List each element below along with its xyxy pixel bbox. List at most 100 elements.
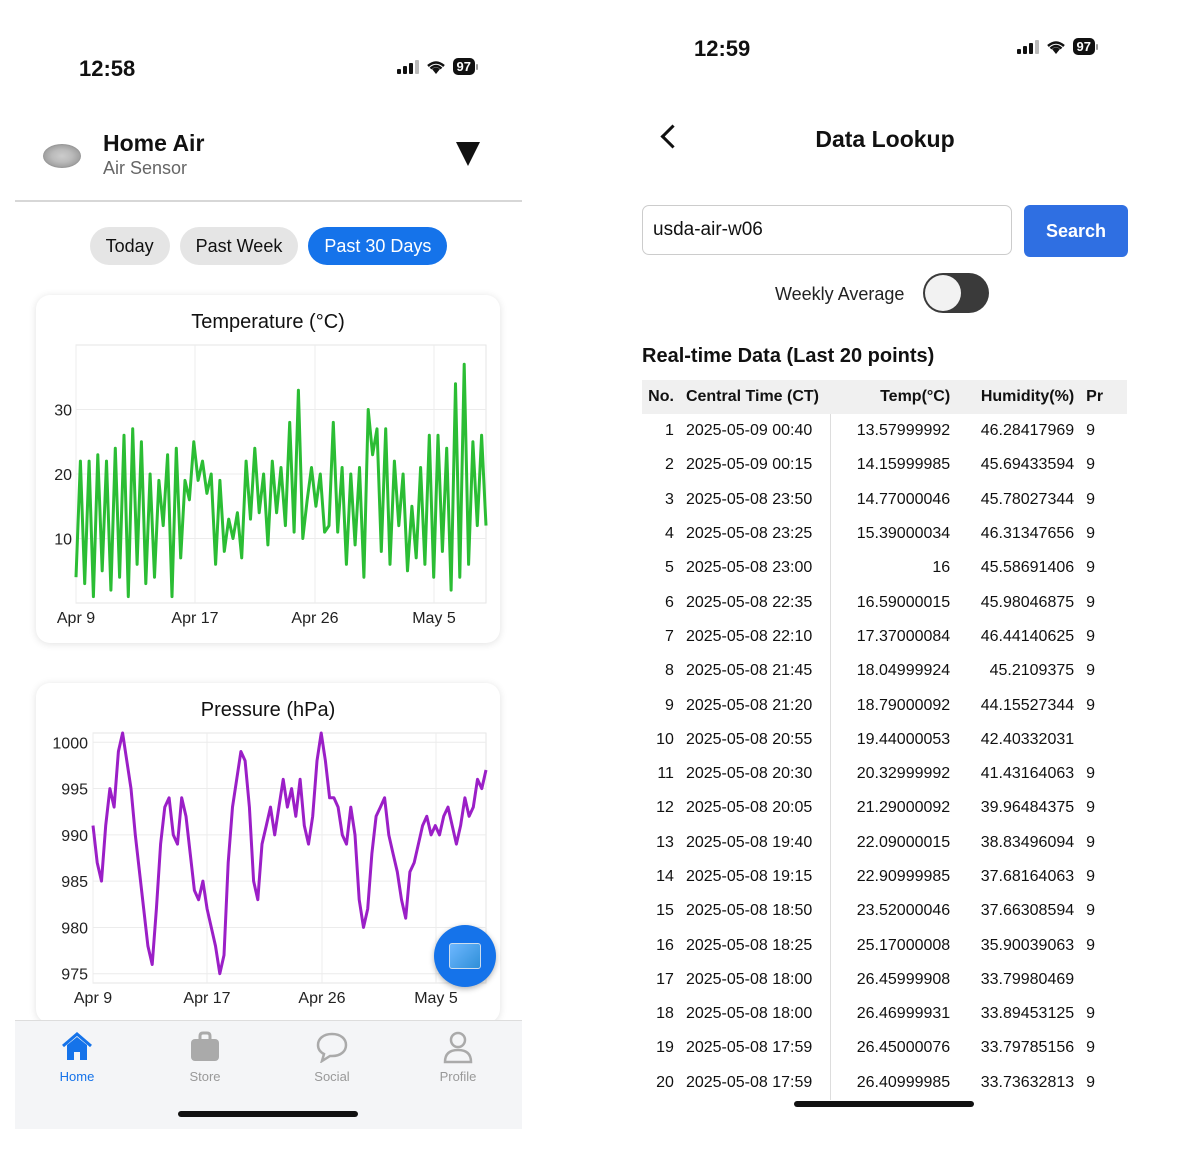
status-bar: 12:58 97 — [15, 0, 522, 100]
x-tick-label: Apr 17 — [183, 990, 230, 1007]
tab-social[interactable]: Social — [292, 1029, 372, 1084]
air-sensor-icon — [43, 144, 81, 168]
table-row: 18 2025-05-08 18:00 26.46999931 33.89453125… — [642, 997, 1127, 1032]
table-cell: 45.78027344 — [980, 490, 1075, 508]
table-cell: 9 — [1086, 559, 1096, 577]
table-cell: 16 — [932, 559, 951, 577]
table-cell: 26.46999931 — [856, 1005, 951, 1023]
table-cell: 12 — [656, 799, 674, 817]
table-cell: 9 — [1086, 593, 1096, 611]
data-lookup-screen: 12:59 97 Data Lookup Search Weekly Avera… — [630, 0, 1140, 1156]
table-cell: 5 — [665, 559, 674, 577]
table-row: 3 2025-05-08 23:50 14.77000046 45.78027344 9 — [642, 482, 1127, 517]
x-tick-label: Apr 17 — [171, 610, 218, 627]
weekly-average-toggle[interactable] — [923, 273, 989, 313]
table-cell: 2025-05-08 18:25 — [679, 928, 831, 963]
table-cell: 22.09000015 — [856, 833, 951, 851]
table-cell: 9 — [1086, 765, 1096, 783]
table-cell: 2025-05-08 17:59 — [679, 1065, 831, 1100]
table-cell: 22.90999985 — [856, 868, 951, 885]
table-cell: 16.59000015 — [856, 593, 951, 611]
table-cell: 9 — [1086, 456, 1096, 474]
bottom-tab-bar: Home Store Social Profile — [15, 1020, 522, 1129]
table-cell: 13 — [656, 833, 674, 851]
table-cell: 9 — [1086, 490, 1096, 508]
range-tab-past-week[interactable]: Past Week — [179, 227, 299, 265]
table-cell: 15 — [656, 902, 674, 920]
time-range-tabs: Today Past Week Past 30 Days — [15, 227, 522, 265]
battery-icon — [1096, 43, 1098, 50]
table-cell: 2025-05-08 19:15 — [679, 859, 831, 895]
range-tab-today[interactable]: Today — [89, 227, 170, 265]
home-screen: 12:58 97 Home Air Air Sensor Today Past … — [15, 0, 522, 1156]
table-cell: 46.44140625 — [980, 627, 1075, 645]
bag-icon — [165, 1029, 245, 1065]
series-line — [91, 731, 488, 976]
table-cell: 35.90039063 — [980, 936, 1075, 954]
table-cell — [1080, 723, 1126, 757]
table-cell: 1 — [665, 422, 674, 440]
table-cell: 2025-05-08 21:45 — [679, 654, 831, 689]
table-cell: 2025-05-08 18:00 — [679, 962, 831, 998]
table-row: 10 2025-05-08 20:55 19.44000053 42.40332031 — [642, 722, 1127, 757]
table-cell: 8 — [665, 662, 674, 680]
table-cell: 9 — [1086, 422, 1096, 440]
range-tab-past-30-days[interactable]: Past 30 Days — [308, 227, 448, 265]
table-cell: 14.15999985 — [856, 456, 951, 474]
table-row: 4 2025-05-08 23:25 15.39000034 46.31347656 9 — [642, 516, 1127, 552]
table-row: 12 2025-05-08 20:05 21.29000092 39.96484375… — [642, 791, 1127, 826]
table-cell: 45.58691406 — [980, 559, 1075, 577]
table-cell — [1080, 963, 1126, 997]
wifi-icon — [1046, 40, 1065, 54]
table-cell: 46.28417969 — [980, 422, 1075, 440]
dropdown-triangle-icon[interactable] — [456, 142, 480, 166]
status-icons: 97 — [1016, 38, 1098, 55]
floating-action-button[interactable] — [434, 925, 496, 987]
x-tick-label: Apr 9 — [74, 990, 112, 1007]
table-cell: 3 — [665, 490, 674, 508]
search-button[interactable]: Search — [1024, 205, 1128, 257]
table-cell: 2 — [665, 456, 674, 474]
table-row: 7 2025-05-08 22:10 17.37000084 46.44140625 9 — [642, 619, 1127, 655]
table-cell: 19 — [656, 1039, 674, 1057]
table-cell: 33.89453125 — [980, 1005, 1075, 1023]
table-cell: 38.83496094 — [980, 833, 1075, 851]
search-input[interactable] — [642, 205, 1012, 255]
table-cell: 41.43164063 — [980, 765, 1075, 783]
table-row: 8 2025-05-08 21:45 18.04999924 45.2109375 9 — [642, 654, 1127, 689]
tab-store[interactable]: Store — [165, 1029, 245, 1084]
table-cell: 2025-05-08 18:00 — [679, 997, 831, 1032]
section-title: Real-time Data (Last 20 points) — [642, 345, 935, 367]
status-bar: 12:59 97 — [630, 0, 1140, 100]
y-tick-label: 990 — [61, 828, 88, 845]
tab-profile[interactable]: Profile — [418, 1029, 498, 1084]
tab-label: Social — [314, 1069, 350, 1084]
signal-icon — [396, 59, 419, 74]
table-cell: 25.17000008 — [856, 936, 951, 954]
table-cell: 6 — [665, 593, 674, 611]
table-row: 14 2025-05-08 19:15 22.90999985 37.68164063… — [642, 859, 1127, 895]
table-cell: 20.32999992 — [856, 765, 951, 783]
table-cell: 2025-05-08 20:05 — [679, 791, 831, 826]
table-row: 16 2025-05-08 18:25 25.17000008 35.90039063… — [642, 928, 1127, 963]
toggle-knob — [925, 275, 961, 311]
table-row: 19 2025-05-08 17:59 26.45000076 33.79785156… — [642, 1031, 1127, 1066]
tab-label: Profile — [439, 1069, 477, 1084]
signal-icon — [1016, 39, 1039, 54]
column-header-no: No. — [642, 380, 680, 414]
column-header-temp: Temp(°C) — [830, 380, 957, 414]
table-cell: 2025-05-09 00:15 — [679, 448, 831, 483]
table-cell: 33.79785156 — [980, 1039, 1075, 1057]
tab-home[interactable]: Home — [37, 1029, 117, 1084]
device-header[interactable]: Home Air Air Sensor — [15, 126, 522, 202]
table-cell: 2025-05-08 20:55 — [679, 722, 831, 757]
table-cell: 2025-05-08 20:30 — [679, 756, 831, 792]
table-row: 1 2025-05-09 00:40 13.57999992 46.28417969 9 — [642, 414, 1127, 449]
status-time: 12:58 — [79, 56, 136, 81]
data-table-container[interactable]: No. Central Time (CT) Temp(°C) Humidity(… — [642, 380, 1127, 1100]
x-tick-label: May 5 — [412, 610, 456, 627]
table-cell: 14 — [656, 868, 674, 885]
table-cell: 2025-05-08 23:50 — [679, 482, 831, 517]
table-cell: 26.45000076 — [856, 1039, 951, 1057]
table-cell: 2025-05-09 00:40 — [679, 414, 831, 449]
